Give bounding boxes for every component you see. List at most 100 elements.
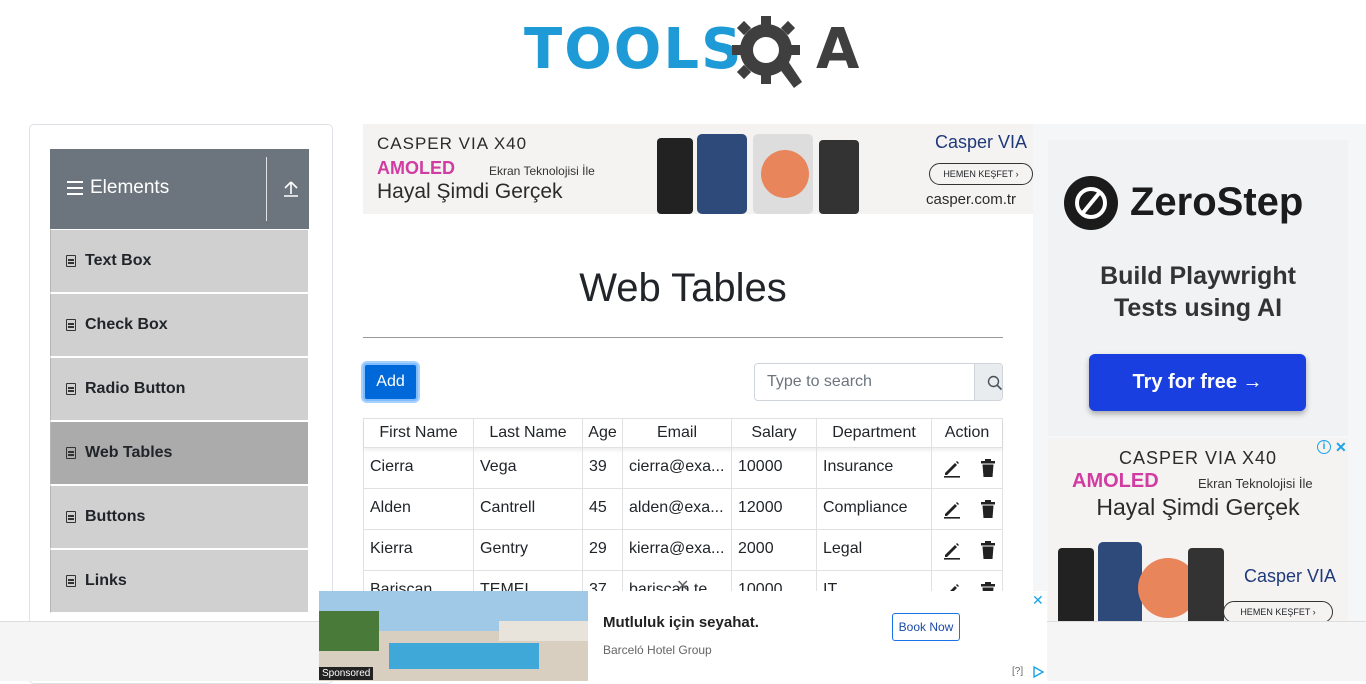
zerostep-ad[interactable]: ZeroStep Build Playwright Tests using AI… — [1048, 140, 1348, 436]
table-cell: Gentry — [474, 530, 583, 570]
column-header[interactable]: Department — [817, 419, 932, 447]
zerostep-tagline: Build Playwright Tests using AI — [1100, 262, 1296, 322]
table-row: Kierra Gentry 29 kierra@exa... 2000 Legal — [364, 530, 1002, 571]
document-icon — [66, 383, 76, 395]
table-row: Alden Cantrell 45 alden@exa... 12000 Complian… — [364, 489, 1002, 530]
table-cell: cierra@exa... — [623, 448, 732, 488]
ad-close-icon[interactable]: ✕ — [1335, 439, 1347, 456]
hamburger-icon — [67, 181, 83, 195]
ad-cta-button[interactable]: HEMEN KEŞFET › — [929, 163, 1033, 185]
sidebar-item-links[interactable]: Links — [50, 549, 309, 613]
ad-help-link[interactable]: [?] — [1012, 666, 1023, 677]
table-cell: Alden — [364, 489, 474, 529]
sidebar-item-radio-button[interactable]: Radio Button — [50, 357, 309, 421]
table-cell: 2000 — [732, 530, 817, 570]
table-cell: alden@exa... — [623, 489, 732, 529]
table-cell: 45 — [583, 489, 623, 529]
table-cell: Cierra — [364, 448, 474, 488]
sidebar-item-label: Check Box — [85, 316, 168, 333]
column-header[interactable]: Email — [623, 419, 732, 447]
table-header: First Name Last Name Age Email Salary De… — [364, 419, 1002, 448]
ad-amoled-sub: Ekran Teknolojisi İle — [489, 164, 595, 178]
casper-ad-right[interactable]: CASPER VIA X40 AMOLED Ekran Teknolojisi … — [1048, 438, 1348, 628]
close-icon[interactable]: ✕ — [1032, 592, 1044, 609]
ad-brand: CASPER VIA X40 — [1118, 448, 1278, 468]
sidebar-item-label: Links — [85, 572, 127, 589]
document-icon — [66, 447, 76, 459]
delete-icon[interactable] — [978, 458, 998, 478]
ad-amoled: AMOLED — [377, 158, 455, 178]
banner-ad-top[interactable]: CASPER VIA X40 AMOLED Ekran Teknolojisi … — [363, 124, 1033, 214]
table-cell: Kierra — [364, 530, 474, 570]
table-cell: Compliance — [817, 489, 932, 529]
document-icon — [66, 319, 76, 331]
sidebar-item-label: Buttons — [85, 508, 146, 525]
sidebar-item-label: Radio Button — [85, 380, 186, 397]
zerostep-name: ZeroStep — [1130, 180, 1304, 224]
sidebar-item-label: Text Box — [85, 252, 152, 269]
table-row: Cierra Vega 39 cierra@exa... 10000 Insurance — [364, 448, 1002, 489]
delete-icon[interactable] — [978, 540, 998, 560]
phones-image — [657, 134, 859, 214]
ad-url: casper.com.tr — [926, 191, 1017, 208]
add-button[interactable]: Add — [363, 363, 418, 401]
column-header[interactable]: Last Name — [474, 419, 583, 447]
header-divider — [266, 157, 267, 221]
table-cell: 12000 — [732, 489, 817, 529]
sidebar-item-web-tables[interactable]: Web Tables — [50, 421, 309, 485]
delete-icon[interactable] — [978, 499, 998, 519]
ad-amoled-sub: Ekran Teknolojisi İle — [1198, 476, 1313, 491]
adchoices-icon[interactable] — [1032, 666, 1044, 678]
ad-casper-logo: Casper VIA — [935, 132, 1028, 152]
title-divider — [363, 337, 1003, 338]
sidebar-item-text-box[interactable]: Text Box — [50, 229, 309, 293]
search-box — [754, 363, 1003, 401]
ad-tagline: Hayal Şimdi Gerçek — [1096, 494, 1300, 520]
sidebar-item-buttons[interactable]: Buttons — [50, 485, 309, 549]
sponsored-label: Sponsored — [319, 667, 374, 680]
zerostep-logo-icon — [1064, 176, 1118, 230]
ad-cta-button[interactable]: HEMEN KEŞFET › — [1223, 601, 1333, 623]
upload-collapse-icon[interactable] — [282, 179, 300, 199]
phones-image — [1058, 542, 1224, 628]
sidebar-group-title: Elements — [90, 177, 170, 198]
action-cell — [932, 448, 1002, 488]
table-cell: Cantrell — [474, 489, 583, 529]
table-cell: 29 — [583, 530, 623, 570]
table-cell: Vega — [474, 448, 583, 488]
column-header: Action — [944, 424, 990, 441]
book-now-button[interactable]: Book Now — [892, 613, 960, 641]
table-cell: 39 — [583, 448, 623, 488]
column-header[interactable]: First Name — [364, 419, 474, 447]
sidebar-group-elements[interactable]: Elements — [50, 149, 309, 229]
try-for-free-button[interactable]: Try for free → — [1089, 354, 1306, 411]
table-cell: Legal — [817, 530, 932, 570]
document-icon — [66, 255, 76, 267]
ad-info-icon[interactable]: i — [1317, 440, 1331, 454]
table-cell: 10000 — [732, 448, 817, 488]
document-icon — [66, 511, 76, 523]
page-title: Web Tables — [579, 266, 787, 310]
table-cell: kierra@exa... — [623, 530, 732, 570]
edit-icon[interactable] — [942, 499, 962, 519]
toolsqa-logo[interactable]: TOOLS A — [524, 14, 859, 92]
edit-icon[interactable] — [942, 458, 962, 478]
ad-brand: CASPER VIA X40 — [377, 134, 528, 153]
table-cell: Insurance — [817, 448, 932, 488]
gear-q-icon — [732, 16, 802, 88]
sidebar-item-label: Web Tables — [85, 444, 173, 461]
edit-icon[interactable] — [942, 540, 962, 560]
search-input[interactable] — [755, 364, 974, 400]
ad-casper-logo: Casper VIA — [1244, 566, 1337, 586]
column-header[interactable]: Salary — [732, 419, 817, 447]
search-button[interactable] — [974, 364, 1002, 400]
sidebar-item-check-box[interactable]: Check Box — [50, 293, 309, 357]
ad-tagline: Hayal Şimdi Gerçek — [377, 180, 563, 203]
document-icon — [66, 575, 76, 587]
bottom-ad[interactable]: Sponsored Mutluluk için seyahat. Barceló… — [319, 591, 1047, 681]
action-cell — [932, 489, 1002, 529]
column-header[interactable]: Age — [583, 419, 623, 447]
sidebar-menu: Text Box Check Box Radio Button Web Tabl… — [50, 229, 309, 613]
ad-amoled: AMOLED — [1072, 470, 1159, 492]
ad-advertiser: Barceló Hotel Group — [603, 643, 712, 657]
